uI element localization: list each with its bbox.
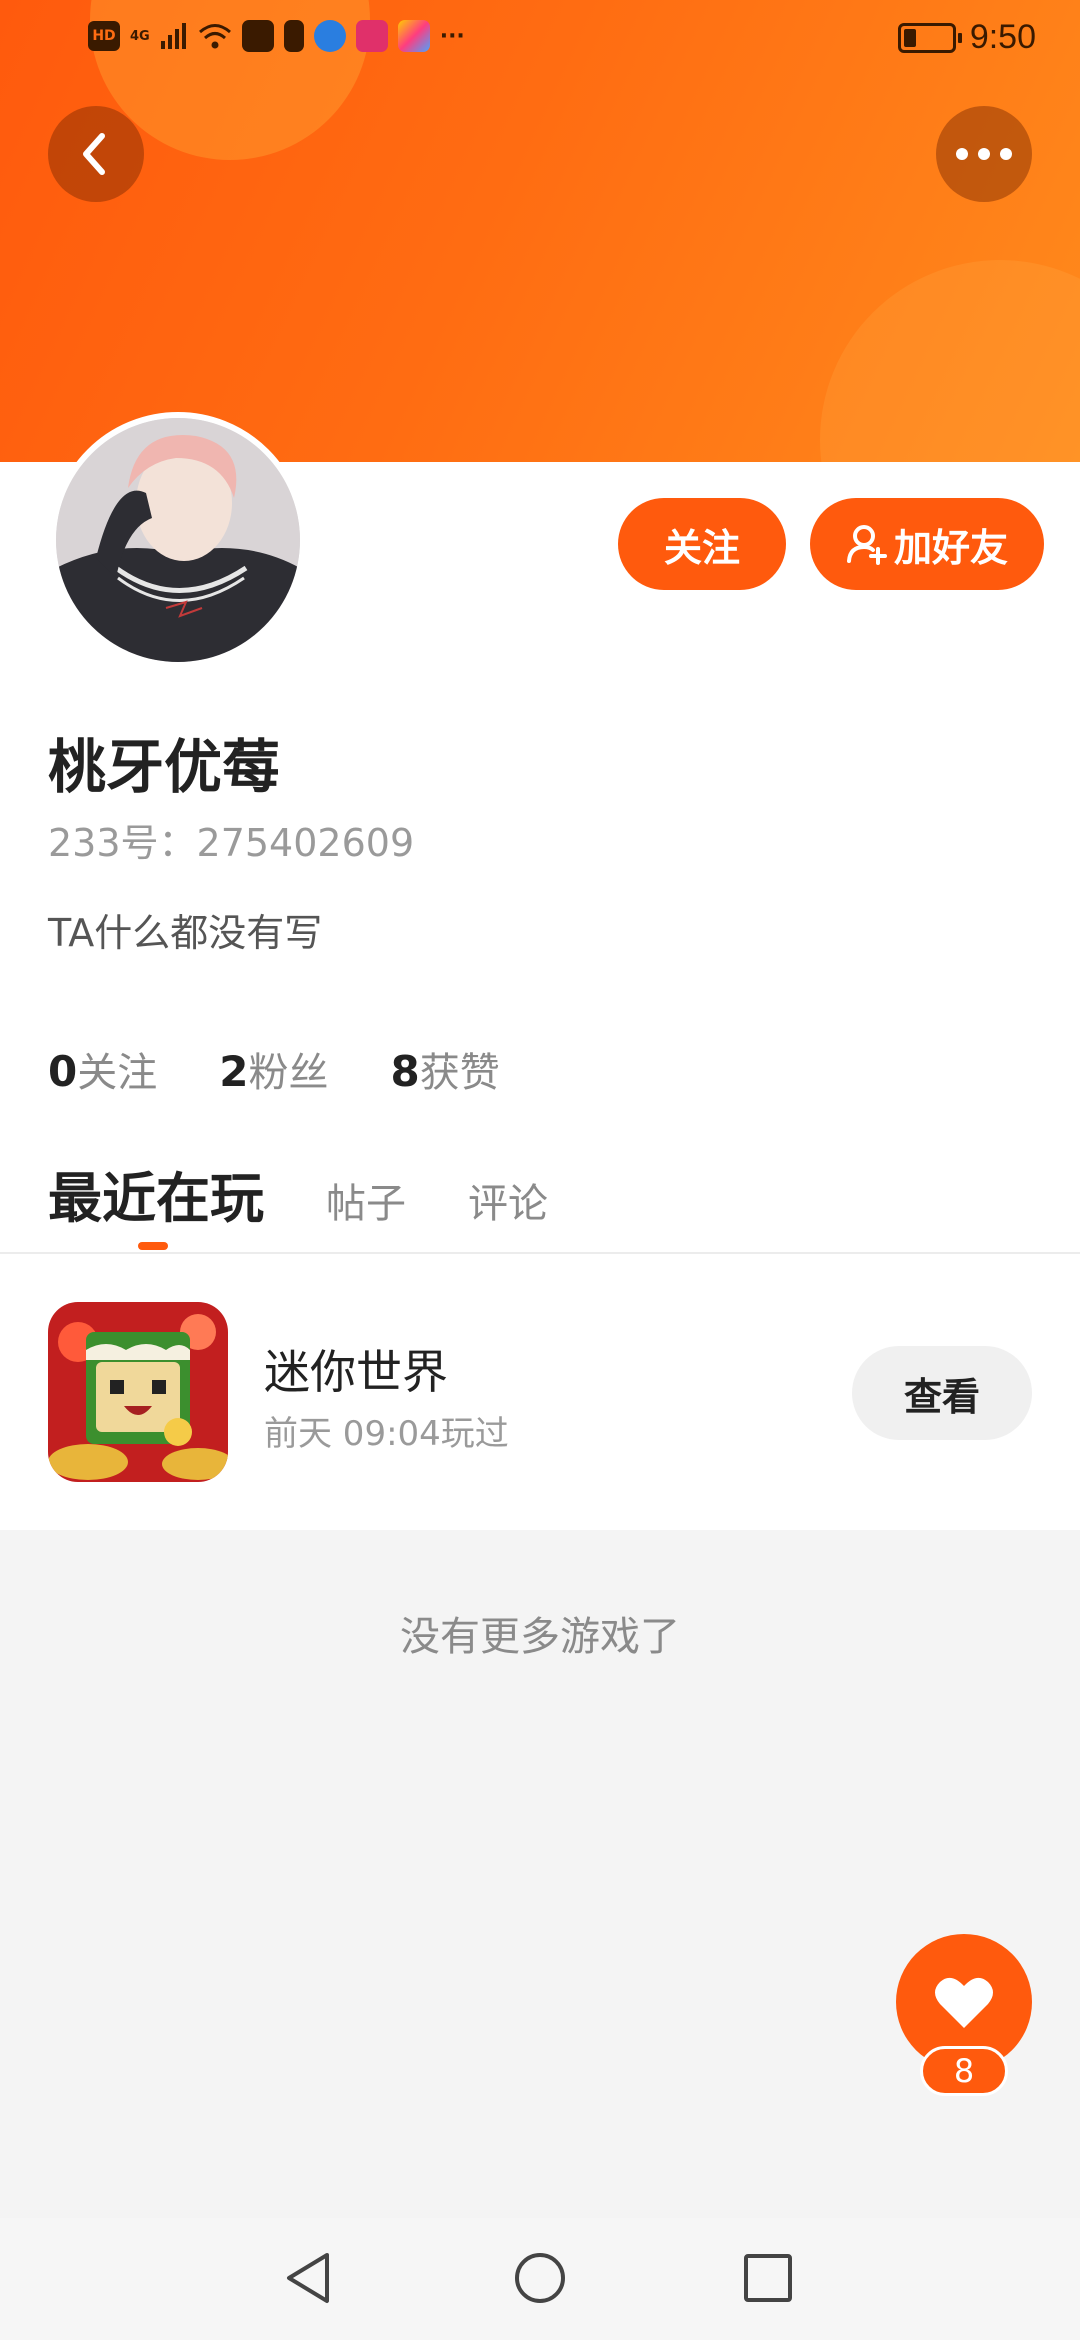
nav-recents-button[interactable] (738, 2248, 798, 2308)
more-notifications-icon: ··· (439, 23, 465, 49)
stat-following[interactable]: 0关注 (48, 1040, 157, 1098)
status-bar: HD 4G ··· 9:50 (0, 0, 1080, 84)
tab-posts[interactable]: 帖子 (326, 1171, 406, 1229)
stat-label: 获赞 (419, 1050, 500, 1096)
stat-number: 2 (219, 1047, 249, 1096)
stat-number: 0 (48, 1047, 78, 1096)
square-recents-icon (744, 2254, 792, 2302)
back-button[interactable] (48, 106, 144, 202)
avatar-image (56, 418, 300, 662)
stat-label: 粉丝 (248, 1050, 329, 1096)
chevron-left-icon (83, 133, 105, 175)
clock: 9:50 (969, 18, 1036, 56)
profile-stats: 0关注 2粉丝 8获赞 (48, 1040, 500, 1098)
signal-icon (160, 23, 186, 49)
follow-button[interactable]: 关注 (618, 498, 786, 590)
nav-home-button[interactable] (510, 2248, 570, 2308)
avatar[interactable] (50, 412, 306, 668)
view-game-button[interactable]: 查看 (852, 1346, 1032, 1440)
profile-name: 桃牙优莓 (48, 733, 281, 801)
hd-indicator: HD (88, 21, 120, 51)
banner-decoration (820, 260, 1080, 462)
add-user-icon (846, 525, 887, 565)
book-notification-icon (355, 20, 388, 52)
game-title: 迷你世界 (264, 1345, 448, 1399)
active-tab-indicator (138, 1242, 168, 1250)
more-options-button[interactable] (936, 106, 1032, 202)
more-dots-icon (956, 148, 1012, 160)
stat-label: 关注 (77, 1050, 158, 1096)
wifi-icon (198, 24, 231, 49)
app-notification-icon (397, 20, 430, 52)
heart-icon (935, 1977, 993, 2028)
profile-bio: TA什么都没有写 (48, 911, 323, 955)
stat-likes[interactable]: 8获赞 (390, 1040, 499, 1098)
app-notification-icon (241, 20, 274, 52)
game-icon (48, 1302, 228, 1482)
circle-home-icon (515, 2253, 565, 2303)
system-nav-bar (0, 2218, 1080, 2340)
stat-fans[interactable]: 2粉丝 (219, 1040, 328, 1098)
add-friend-button[interactable]: 加好友 (810, 498, 1044, 590)
like-count-badge: 8 (920, 2046, 1008, 2096)
triangle-back-icon (287, 2253, 329, 2303)
add-friend-label: 加好友 (893, 525, 1008, 570)
network-type: 4G (130, 28, 150, 44)
battery-icon (897, 22, 962, 53)
battery-saver-icon (283, 20, 304, 52)
last-played-time: 前天 09:04玩过 (264, 1414, 509, 1454)
stat-number: 8 (390, 1047, 420, 1096)
nav-back-button[interactable] (278, 2248, 338, 2308)
content-tabs: 最近在玩 帖子 评论 (48, 1154, 548, 1233)
tab-comments[interactable]: 评论 (468, 1171, 548, 1229)
user-id[interactable]: 233号：275402609 (48, 812, 414, 867)
end-of-list-text: 没有更多游戏了 (400, 1614, 680, 1660)
tab-recently-played[interactable]: 最近在玩 (48, 1154, 264, 1233)
list-item[interactable]: 迷你世界 前天 09:04玩过 查看 (0, 1254, 1080, 1530)
browser-notification-icon (313, 20, 346, 52)
